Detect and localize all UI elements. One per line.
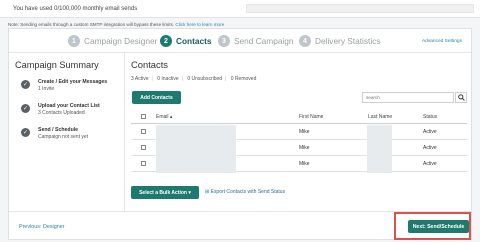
smtp-note: Note: Sending emails through a custom SM… — [8, 22, 224, 27]
learn-more-link[interactable]: Click here to learn more — [175, 22, 224, 27]
table-header-row: Email ▴ First Name Last Name Status — [131, 110, 467, 124]
export-contacts-link[interactable]: ⊞ Export Contacts with Send Status — [205, 189, 285, 195]
usage-text: You have used 0/100,000 monthly email se… — [13, 6, 138, 12]
search-button[interactable] — [455, 92, 467, 103]
filter-separator: | — [225, 76, 227, 82]
step-number: 1 — [68, 35, 80, 47]
summary-item-subtitle: 3 Contacts Uploaded — [38, 110, 85, 116]
select-all-checkbox[interactable] — [141, 114, 146, 119]
summary-item-subtitle: Campaign not sent yet — [38, 134, 89, 140]
contacts-title: Contacts — [131, 59, 168, 70]
filter-unsubscribed[interactable]: 0 Unsubscribed — [187, 76, 222, 82]
first-name-cell: Mike — [299, 161, 310, 167]
step-label: Campaign Designer — [84, 36, 158, 46]
step-label: Contacts — [176, 36, 212, 46]
step-campaign-designer[interactable]: 1 Campaign Designer — [68, 34, 157, 48]
campaign-panel: 1 Campaign Designer 2 Contacts 3 Send Ca… — [8, 28, 472, 240]
first-name-cell: Mike — [299, 129, 310, 135]
summary-item-title: Send / Schedule — [38, 127, 79, 133]
step-number: 3 — [218, 35, 230, 47]
export-icon: ⊞ — [205, 189, 210, 195]
step-delivery-statistics[interactable]: 4 Delivery Statistics — [299, 34, 380, 48]
column-email[interactable]: Email ▴ — [156, 114, 172, 120]
row-checkbox[interactable] — [141, 129, 146, 134]
export-link-label: Export Contacts with Send Status — [210, 189, 286, 195]
previous-designer-link[interactable]: Previous: Designer — [19, 224, 65, 230]
bulk-action-dropdown[interactable]: Select a Bulk Action ▾ — [131, 186, 199, 199]
footer-bar: Previous: Designer Next: Send/Schedule — [9, 211, 471, 241]
column-first-name[interactable]: First Name — [299, 114, 323, 120]
next-send-schedule-button[interactable]: Next: Send/Schedule — [408, 220, 469, 233]
filter-active[interactable]: 3 Active — [131, 76, 149, 82]
step-number: 4 — [299, 35, 311, 47]
step-contacts[interactable]: 2 Contacts — [160, 34, 212, 48]
campaign-summary: Campaign Summary ✓ Create / Edit your Me… — [9, 53, 125, 211]
row-checkbox[interactable] — [141, 161, 146, 166]
filter-removed[interactable]: 0 Removed — [231, 76, 257, 82]
summary-item-title: Create / Edit your Messages — [38, 79, 108, 85]
row-checkbox[interactable] — [141, 145, 146, 150]
search-icon — [457, 94, 465, 101]
summary-title: Campaign Summary — [15, 60, 99, 70]
contact-status-filters: 3 Active | 0 Inactive | 0 Unsubscribed | 0 … — [131, 76, 259, 82]
smtp-note-text: Note: Sending emails through a custom SM… — [8, 22, 175, 27]
first-name-cell: Mike — [299, 145, 310, 151]
status-cell: Active — [423, 145, 437, 151]
usage-progress-bar — [246, 4, 474, 13]
redacted-email-block — [156, 125, 236, 173]
step-number: 2 — [160, 35, 172, 47]
filter-inactive[interactable]: 0 Inactive — [157, 76, 178, 82]
summary-item-subtitle: 1 Invite — [38, 86, 55, 92]
status-cell: Active — [423, 129, 437, 135]
check-circle-icon: ✓ — [21, 104, 30, 113]
step-label: Send Campaign — [234, 36, 294, 46]
search-input[interactable] — [362, 92, 454, 103]
usage-bar: You have used 0/100,000 monthly email se… — [0, 0, 480, 18]
check-circle-icon: ✓ — [21, 80, 30, 89]
filter-separator: | — [151, 76, 153, 82]
column-status[interactable]: Status — [423, 114, 437, 120]
summary-item-title: Upload your Contact List — [38, 103, 100, 109]
check-circle-icon: ✓ — [21, 128, 30, 137]
advanced-settings-link[interactable]: Advanced Settings — [422, 39, 462, 44]
column-last-name[interactable]: Last Name — [368, 114, 392, 120]
filter-separator: | — [181, 76, 183, 82]
redacted-last-name-block — [367, 125, 392, 173]
add-contacts-button[interactable]: Add Contacts — [132, 91, 181, 104]
step-send-campaign[interactable]: 3 Send Campaign — [218, 34, 294, 48]
status-cell: Active — [423, 161, 437, 167]
step-navigation: 1 Campaign Designer 2 Contacts 3 Send Ca… — [9, 29, 471, 53]
step-label: Delivery Statistics — [315, 36, 381, 46]
contacts-table: Email ▴ First Name Last Name Status Mike… — [131, 110, 467, 173]
